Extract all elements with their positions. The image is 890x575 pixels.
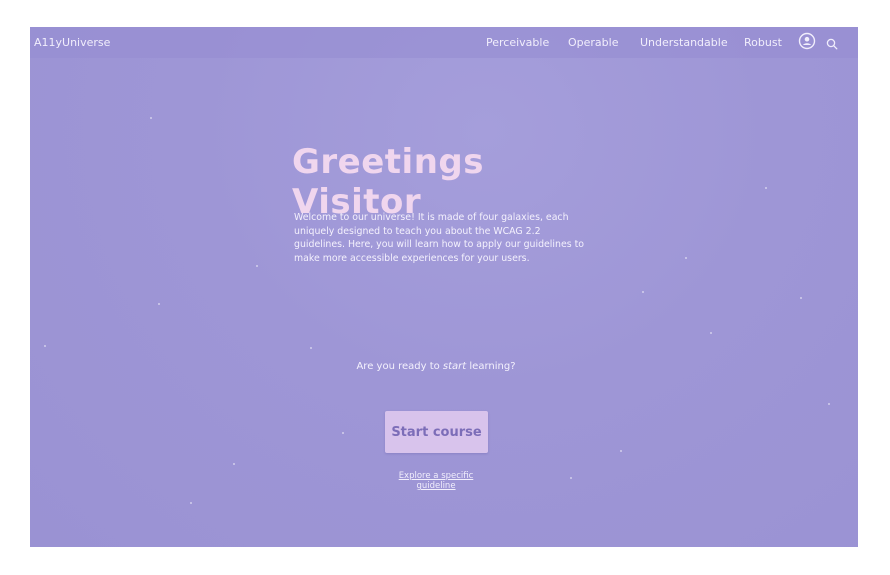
nav-robust[interactable]: Robust (744, 36, 782, 49)
star (828, 403, 830, 405)
explore-guideline-link[interactable]: Explore a specific guideline (386, 471, 486, 491)
top-navigation-bar: A11yUniverse Perceivable Operable Unders… (30, 27, 858, 58)
star (190, 502, 192, 504)
user-circle-icon[interactable] (798, 32, 816, 54)
intro-paragraph: Welcome to our universe! It is made of f… (294, 212, 584, 264)
star (570, 477, 572, 479)
brand-logo-text[interactable]: A11yUniverse (34, 36, 110, 49)
question-emphasis: start (442, 361, 467, 372)
question-suffix: learning? (466, 361, 516, 372)
app-screen: A11yUniverse Perceivable Operable Unders… (30, 27, 858, 547)
star (710, 332, 712, 334)
star (233, 463, 235, 465)
star (620, 450, 622, 452)
star (685, 257, 687, 259)
star (765, 187, 767, 189)
nav-perceivable[interactable]: Perceivable (486, 36, 549, 49)
nav-operable[interactable]: Operable (568, 36, 618, 49)
star (256, 265, 258, 267)
nav-understandable[interactable]: Understandable (640, 36, 728, 49)
star (310, 347, 312, 349)
ready-question: Are you ready to start learning? (30, 361, 842, 372)
start-course-button[interactable]: Start course (385, 411, 488, 453)
search-icon[interactable] (826, 35, 838, 54)
question-prefix: Are you ready to (356, 361, 443, 372)
star (158, 303, 160, 305)
star (342, 432, 344, 434)
star (642, 291, 644, 293)
star (150, 117, 152, 119)
star (44, 345, 46, 347)
star (800, 297, 802, 299)
page-title: Greetings Visitor (292, 142, 484, 222)
